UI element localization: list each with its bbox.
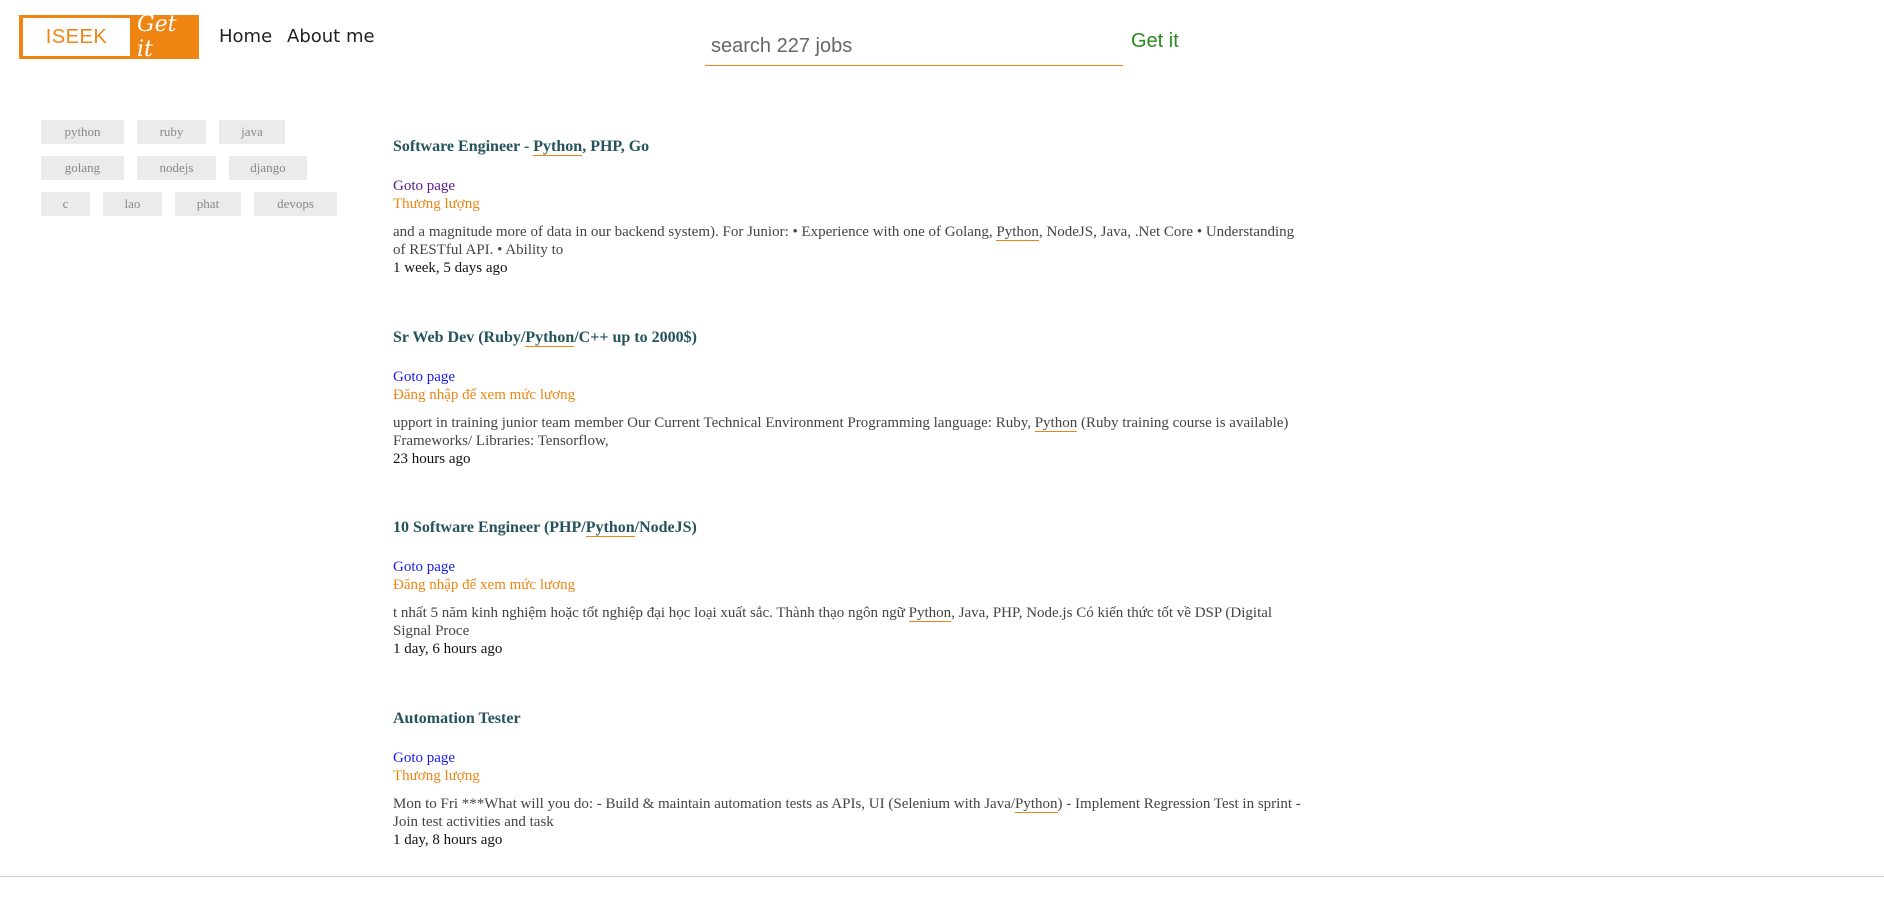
job-item: Sr Web Dev (Ruby/Python/C++ up to 2000$)… [393, 328, 1303, 519]
job-title[interactable]: Software Engineer - Python, PHP, Go [393, 137, 1303, 157]
logo-brand: ISEEK [23, 18, 130, 56]
tag-devops[interactable]: devops [254, 192, 337, 216]
job-description: t nhất 5 năm kinh nghiệm hoặc tốt nghiệp… [393, 604, 1303, 640]
keyword-highlight: Python [1015, 796, 1058, 813]
tag-row: python ruby java [41, 120, 361, 144]
goto-page-link[interactable]: Goto page [393, 749, 1303, 767]
tag-java[interactable]: java [219, 120, 285, 144]
tag-nodejs[interactable]: nodejs [137, 156, 216, 180]
goto-page-link[interactable]: Goto page [393, 177, 1303, 195]
job-salary: Thương lượng [393, 767, 1303, 785]
job-posted-time: 1 day, 8 hours ago [393, 831, 1303, 849]
goto-page-link[interactable]: Goto page [393, 368, 1303, 386]
job-description: Mon to Fri ***What will you do: - Build … [393, 795, 1303, 831]
site-logo[interactable]: ISEEK Get it [19, 15, 199, 59]
nav-about-link[interactable]: About me [287, 26, 375, 47]
tag-c[interactable]: c [41, 192, 90, 216]
page-divider [0, 876, 1884, 877]
job-item: 10 Software Engineer (PHP/Python/NodeJS)… [393, 518, 1303, 709]
keyword-highlight: Python [586, 519, 635, 537]
job-salary: Đăng nhập để xem mức lương [393, 386, 1303, 404]
keyword-highlight: Python [909, 605, 952, 622]
job-salary: Đăng nhập để xem mức lương [393, 576, 1303, 594]
tag-cloud: python ruby java golang nodejs django c … [41, 120, 361, 228]
job-item: Automation Tester Goto page Thương lượng… [393, 709, 1303, 899]
tag-phat[interactable]: phat [175, 192, 241, 216]
keyword-highlight: Python [533, 138, 582, 156]
job-title[interactable]: 10 Software Engineer (PHP/Python/NodeJS) [393, 518, 1303, 538]
keyword-highlight: Python [525, 329, 574, 347]
goto-page-link[interactable]: Goto page [393, 558, 1303, 576]
tag-ruby[interactable]: ruby [137, 120, 206, 144]
keyword-highlight: Python [996, 224, 1039, 241]
job-posted-time: 1 day, 6 hours ago [393, 640, 1303, 658]
tag-row: c lao phat devops [41, 192, 361, 216]
job-posted-time: 1 week, 5 days ago [393, 259, 1303, 277]
job-list: Software Engineer - Python, PHP, Go Goto… [393, 137, 1303, 899]
job-salary: Thương lượng [393, 195, 1303, 213]
logo-tagline: Get it [137, 15, 199, 59]
job-description: upport in training junior team member Ou… [393, 414, 1303, 450]
nav-home-link[interactable]: Home [219, 26, 272, 47]
tag-golang[interactable]: golang [41, 156, 124, 180]
tag-row: golang nodejs django [41, 156, 361, 180]
job-posted-time: 23 hours ago [393, 450, 1303, 468]
tag-lao[interactable]: lao [103, 192, 162, 216]
search-input[interactable] [705, 28, 1123, 66]
job-title[interactable]: Automation Tester [393, 709, 1303, 729]
tag-django[interactable]: django [229, 156, 307, 180]
keyword-highlight: Python [1035, 415, 1078, 432]
job-description: and a magnitude more of data in our back… [393, 223, 1303, 259]
job-title[interactable]: Sr Web Dev (Ruby/Python/C++ up to 2000$) [393, 328, 1303, 348]
job-item: Software Engineer - Python, PHP, Go Goto… [393, 137, 1303, 328]
search-button[interactable]: Get it [1131, 30, 1179, 53]
tag-python[interactable]: python [41, 120, 124, 144]
